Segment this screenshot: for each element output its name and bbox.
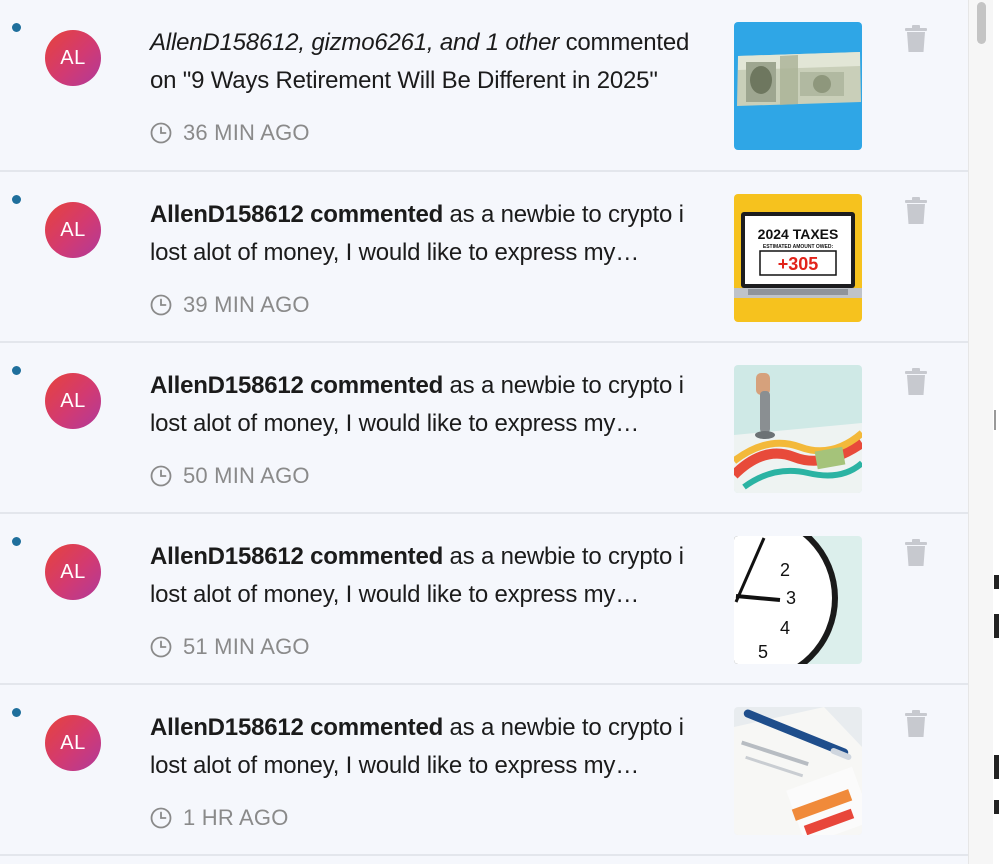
clock-number: 4	[780, 618, 790, 638]
time-label: 1 HR AGO	[183, 805, 289, 830]
thumb-title-text: 2024 TAXES	[758, 226, 839, 242]
clock-number: 2	[780, 560, 790, 580]
edge-mark	[994, 410, 996, 430]
board-game-thumbnail[interactable]	[734, 365, 862, 493]
notification-time: 36 MIN AGO	[150, 115, 310, 151]
notification-actors: AllenD158612 commented	[150, 372, 444, 399]
scrollbar-thumb[interactable]	[977, 2, 986, 44]
clock-icon	[150, 122, 172, 144]
notification-action: commented	[565, 29, 690, 56]
unread-dot-icon	[12, 195, 21, 204]
notification-time: 50 MIN AGO	[150, 458, 310, 494]
avatar-initials: AL	[60, 218, 86, 241]
notification-time: 1 HR AGO	[150, 800, 289, 836]
edge-mark	[994, 800, 999, 814]
avatar[interactable]: AL	[45, 30, 101, 86]
trash-icon[interactable]	[904, 539, 928, 567]
trash-icon[interactable]	[904, 710, 928, 738]
notification-item[interactable]: AL AllenD158612 commented as a newbie to…	[0, 514, 968, 685]
avatar-initials: AL	[60, 389, 86, 412]
notification-item[interactable]: AL AllenD158612, gizmo6261, and 1 other …	[0, 0, 968, 172]
clock-number: 3	[786, 588, 796, 608]
notification-actors: AllenD158612 commented	[150, 201, 444, 228]
scrollbar[interactable]	[968, 0, 993, 864]
page-edge	[993, 0, 999, 864]
notification-time: 51 MIN AGO	[150, 629, 310, 665]
notification-item[interactable]: AL AllenD158612 commented as a newbie to…	[0, 343, 968, 514]
notification-item[interactable]: AL AllenD158612 commented as a newbie to…	[0, 172, 968, 343]
edge-mark	[994, 575, 999, 589]
notification-item[interactable]: AL AllenD158612 commented as a newbie to…	[0, 685, 968, 856]
unread-dot-icon	[12, 708, 21, 717]
avatar-initials: AL	[60, 560, 86, 583]
avatar[interactable]: AL	[45, 373, 101, 429]
trash-icon[interactable]	[904, 197, 928, 225]
thumb-value-text: +305	[778, 254, 819, 274]
unread-dot-icon	[12, 366, 21, 375]
notification-message[interactable]: AllenD158612 commented as a newbie to cr…	[150, 196, 720, 272]
notifications-panel: AL AllenD158612, gizmo6261, and 1 other …	[0, 0, 968, 864]
thumb-sub-text: ESTIMATED AMOUNT OWED:	[763, 244, 834, 250]
time-label: 36 MIN AGO	[183, 120, 310, 145]
notification-time: 39 MIN AGO	[150, 287, 310, 323]
notification-actors: AllenD158612 commented	[150, 543, 444, 570]
unread-dot-icon	[12, 23, 21, 32]
avatar-initials: AL	[60, 46, 86, 69]
notification-message[interactable]: AllenD158612 commented as a newbie to cr…	[150, 538, 720, 614]
clock-icon	[150, 636, 172, 658]
avatar-initials: AL	[60, 731, 86, 754]
time-label: 51 MIN AGO	[183, 634, 310, 659]
notification-detail: on "9 Ways Retirement Will Be Different …	[150, 67, 658, 94]
edge-mark	[994, 614, 999, 638]
edge-mark	[994, 755, 999, 779]
clock-number: 5	[758, 642, 768, 662]
notification-message[interactable]: AllenD158612, gizmo6261, and 1 other com…	[150, 24, 720, 100]
clock-thumbnail[interactable]: 2 3 4 5	[734, 536, 862, 664]
time-label: 39 MIN AGO	[183, 292, 310, 317]
documents-pen-thumbnail[interactable]	[734, 707, 862, 835]
clock-icon	[150, 807, 172, 829]
clock-icon	[150, 294, 172, 316]
notification-actors: AllenD158612 commented	[150, 714, 444, 741]
time-label: 50 MIN AGO	[183, 463, 310, 488]
notification-message[interactable]: AllenD158612 commented as a newbie to cr…	[150, 367, 720, 443]
avatar[interactable]: AL	[45, 544, 101, 600]
trash-icon[interactable]	[904, 25, 928, 53]
taxes-laptop-thumbnail[interactable]: 2024 TAXES ESTIMATED AMOUNT OWED: +305	[734, 194, 862, 322]
notification-actors: AllenD158612, gizmo6261, and 1 other	[150, 29, 560, 56]
trash-icon[interactable]	[904, 368, 928, 396]
avatar[interactable]: AL	[45, 715, 101, 771]
unread-dot-icon	[12, 537, 21, 546]
notification-message[interactable]: AllenD158612 commented as a newbie to cr…	[150, 709, 720, 785]
dollar-bill-thumbnail[interactable]	[734, 22, 862, 150]
avatar[interactable]: AL	[45, 202, 101, 258]
clock-icon	[150, 465, 172, 487]
